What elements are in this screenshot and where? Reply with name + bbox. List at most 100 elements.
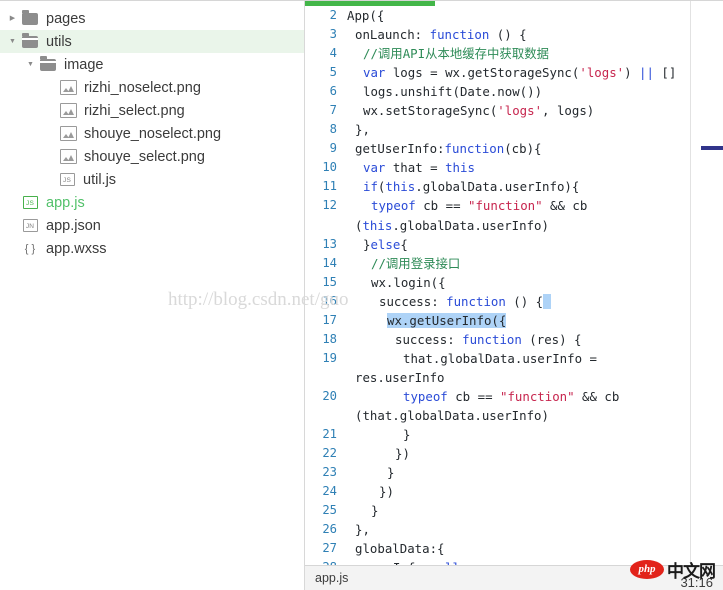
line-number: 24 [305, 482, 347, 501]
chevron-right-icon[interactable] [6, 15, 19, 22]
status-file-name: app.js [315, 571, 680, 585]
tree-item-label: shouye_select.png [84, 149, 205, 165]
wxss-file-icon: { } [19, 243, 41, 255]
code-text[interactable]: } [347, 501, 723, 520]
code-text[interactable]: }) [347, 444, 723, 463]
tree-item-app-wxss[interactable]: { } app.wxss [0, 237, 304, 260]
tree-item-label: rizhi_noselect.png [84, 80, 201, 96]
code-line[interactable]: 18success: function (res) { [305, 330, 723, 349]
code-line[interactable]: 25} [305, 501, 723, 520]
code-text[interactable]: }else{ [347, 235, 723, 254]
js-file-icon: JS [19, 196, 41, 209]
code-text[interactable]: if(this.globalData.userInfo){ [347, 177, 723, 196]
code-line[interactable]: 6logs.unshift(Date.now()) [305, 82, 723, 101]
code-line[interactable]: 8}, [305, 120, 723, 139]
line-number: 27 [305, 539, 347, 558]
line-number: 6 [305, 82, 347, 101]
line-number: 14 [305, 254, 347, 273]
tree-item-image[interactable]: image [0, 53, 304, 76]
tree-item-label: shouye_noselect.png [84, 126, 221, 142]
chevron-down-icon[interactable] [6, 38, 19, 45]
code-line[interactable]: 17wx.getUserInfo({ [305, 311, 723, 330]
code-line[interactable]: 16success: function () { [305, 292, 723, 311]
code-line[interactable]: 4//调用API从本地缓存中获取数据 [305, 44, 723, 63]
chevron-down-icon[interactable] [24, 61, 37, 68]
code-line[interactable]: 20typeof cb == "function" && cb(that.glo… [305, 387, 723, 425]
code-line[interactable]: 13}else{ [305, 235, 723, 254]
code-line[interactable]: 15wx.login({ [305, 273, 723, 292]
code-text[interactable]: that.globalData.userInfo =res.userInfo [347, 349, 723, 387]
tree-item-rizhi-noselect-png[interactable]: rizhi_noselect.png [0, 76, 304, 99]
tree-item-util-js[interactable]: JSutil.js [0, 168, 304, 191]
tree-item-pages[interactable]: pages [0, 7, 304, 30]
code-text[interactable]: } [347, 463, 723, 482]
code-line[interactable]: 2App({ [305, 6, 723, 25]
tree-item-utils[interactable]: utils [0, 30, 304, 53]
code-text[interactable]: }, [347, 120, 723, 139]
code-line[interactable]: 24}) [305, 482, 723, 501]
code-text[interactable]: wx.login({ [347, 273, 723, 292]
editor-overview-ruler[interactable] [690, 1, 723, 590]
code-line[interactable]: 3onLaunch: function () { [305, 25, 723, 44]
status-bar: app.js 31:16 [305, 565, 723, 590]
code-text[interactable]: } [347, 425, 723, 444]
tree-item-shouye-select-png[interactable]: shouye_select.png [0, 145, 304, 168]
code-line[interactable]: 22}) [305, 444, 723, 463]
line-number: 13 [305, 235, 347, 254]
js-file-icon: JS [60, 173, 75, 186]
code-text[interactable]: success: function () { [347, 292, 723, 311]
code-text[interactable]: wx.getUserInfo({ [347, 311, 723, 330]
tree-item-rizhi-select-png[interactable]: rizhi_select.png [0, 99, 304, 122]
code-text[interactable]: }, [347, 520, 723, 539]
code-line[interactable]: 12typeof cb == "function" && cb(this.glo… [305, 196, 723, 234]
code-line[interactable]: 14//调用登录接口 [305, 254, 723, 273]
line-number: 2 [305, 6, 347, 25]
code-line[interactable]: 11if(this.globalData.userInfo){ [305, 177, 723, 196]
code-line[interactable]: 7wx.setStorageSync('logs', logs) [305, 101, 723, 120]
line-number: 16 [305, 292, 347, 311]
file-tree[interactable]: pagesutilsimage rizhi_noselect.png rizhi_s… [0, 7, 304, 260]
tree-item-app-js[interactable]: JSapp.js [0, 191, 304, 214]
devtools-window: pagesutilsimage rizhi_noselect.png rizhi_s… [0, 0, 723, 590]
code-text[interactable]: typeof cb == "function" && cb(that.globa… [347, 387, 723, 425]
json-file-icon: JN [19, 219, 41, 232]
code-text[interactable]: var logs = wx.getStorageSync('logs') || … [347, 63, 723, 82]
tree-item-shouye-noselect-png[interactable]: shouye_noselect.png [0, 122, 304, 145]
line-number: 25 [305, 501, 347, 520]
code-line[interactable]: 26}, [305, 520, 723, 539]
code-text[interactable]: typeof cb == "function" && cb(this.globa… [347, 196, 723, 234]
code-editor[interactable]: 2App({3onLaunch: function () {4//调用API从本… [305, 1, 723, 590]
code-lines[interactable]: 2App({3onLaunch: function () {4//调用API从本… [305, 6, 723, 590]
code-text[interactable]: getUserInfo:function(cb){ [347, 139, 723, 158]
code-text[interactable]: wx.setStorageSync('logs', logs) [347, 101, 723, 120]
line-number: 17 [305, 311, 347, 330]
image-file-icon [60, 126, 77, 141]
tree-item-label: app.wxss [46, 241, 106, 257]
code-text[interactable]: var that = this [347, 158, 723, 177]
code-text[interactable]: success: function (res) { [347, 330, 723, 349]
code-text[interactable]: logs.unshift(Date.now()) [347, 82, 723, 101]
code-text[interactable]: onLaunch: function () { [347, 25, 723, 44]
code-line[interactable]: 23} [305, 463, 723, 482]
line-number: 8 [305, 120, 347, 139]
line-number: 19 [305, 349, 347, 368]
code-line[interactable]: 9getUserInfo:function(cb){ [305, 139, 723, 158]
code-text[interactable]: //调用API从本地缓存中获取数据 [347, 44, 723, 63]
code-line[interactable]: 5var logs = wx.getStorageSync('logs') ||… [305, 63, 723, 82]
line-number: 4 [305, 44, 347, 63]
code-line[interactable]: 27globalData:{ [305, 539, 723, 558]
code-line[interactable]: 21} [305, 425, 723, 444]
tree-item-app-json[interactable]: JNapp.json [0, 214, 304, 237]
line-number: 9 [305, 139, 347, 158]
file-explorer-sidebar[interactable]: pagesutilsimage rizhi_noselect.png rizhi_s… [0, 1, 305, 590]
line-number: 20 [305, 387, 347, 406]
code-text[interactable]: //调用登录接口 [347, 254, 723, 273]
code-text[interactable]: }) [347, 482, 723, 501]
code-text[interactable]: App({ [347, 6, 723, 25]
code-line[interactable]: 19that.globalData.userInfo =res.userInfo [305, 349, 723, 387]
code-text[interactable]: globalData:{ [347, 539, 723, 558]
line-number: 22 [305, 444, 347, 463]
js-file-icon: JS [56, 173, 78, 186]
line-number: 18 [305, 330, 347, 349]
code-line[interactable]: 10var that = this [305, 158, 723, 177]
